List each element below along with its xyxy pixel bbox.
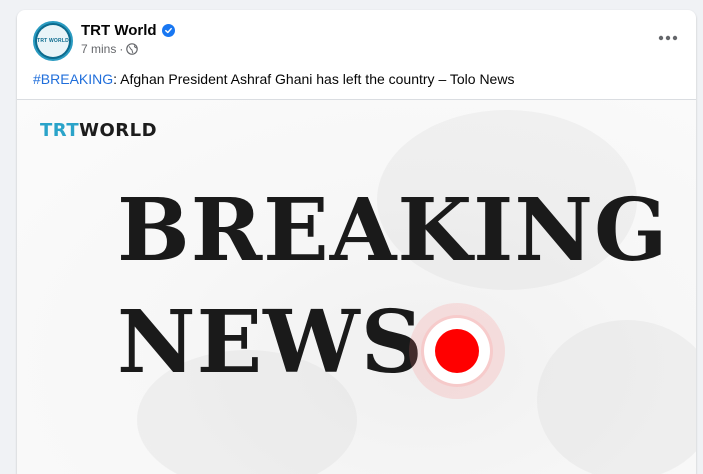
timestamp-link[interactable]: 7 mins [81,42,116,56]
trt-world-logo: TRTWORLD [40,120,157,141]
more-options-icon[interactable] [654,28,682,48]
logo-world: WORLD [79,120,158,141]
avatar[interactable]: TRT WORLD [33,21,73,61]
meta-separator: · [119,42,124,56]
page-name-link[interactable]: TRT World [81,22,175,39]
page-name: TRT World [81,22,157,39]
hashtag-link[interactable]: #BREAKING [33,71,113,87]
logo-trt: TRT [40,120,80,141]
live-dot-icon [435,329,479,373]
headline-breaking: BREAKING [117,180,669,281]
verified-badge-icon [161,24,175,37]
headline-news: NEWS [117,292,424,393]
map-background [537,320,696,474]
post-header: TRT WORLD TRT World 7 mins · [17,10,696,70]
post-meta: 7 mins · [81,42,139,56]
post-body: : Afghan President Ashraf Ghani has left… [113,71,515,87]
globe-icon[interactable] [126,43,139,55]
avatar-logo: TRT WORLD [37,25,69,57]
post-image[interactable]: TRTWORLD BREAKING NEWS [17,99,696,474]
post-text: #BREAKING: Afghan President Ashraf Ghani… [33,71,514,87]
post-card: TRT WORLD TRT World 7 mins · #BREAKING: … [17,10,696,474]
